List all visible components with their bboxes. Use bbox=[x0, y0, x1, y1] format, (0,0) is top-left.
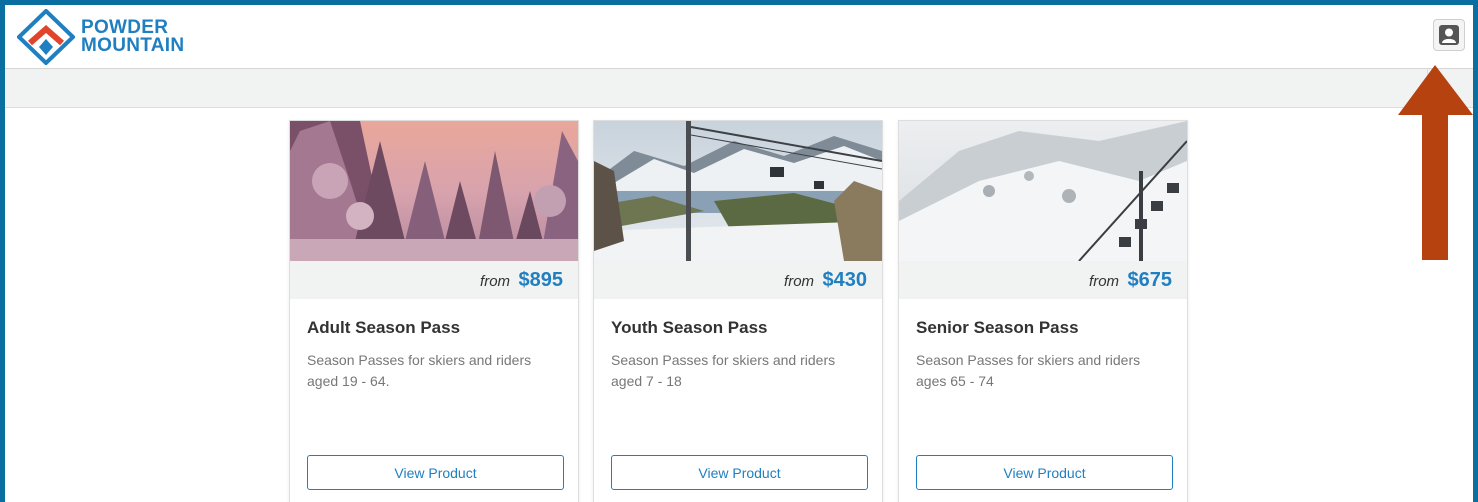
product-title: Senior Season Pass bbox=[916, 318, 1079, 337]
product-title: Adult Season Pass bbox=[307, 318, 461, 337]
view-product-button[interactable]: View Product bbox=[611, 455, 868, 490]
price-amount: $430 bbox=[822, 269, 868, 291]
snowy-slope-image-icon bbox=[899, 121, 1187, 261]
sub-navigation-bar bbox=[5, 69, 1473, 108]
product-title: Youth Season Pass bbox=[611, 318, 768, 337]
price-from-label: from bbox=[784, 273, 815, 290]
account-button[interactable] bbox=[1433, 19, 1465, 51]
site-header: POWDER MOUNTAIN bbox=[5, 5, 1473, 69]
price-band: from $675 bbox=[899, 261, 1187, 299]
logo-line-2: MOUNTAIN bbox=[81, 35, 185, 56]
mountain-valley-image-icon bbox=[594, 121, 882, 261]
price-amount: $675 bbox=[1127, 269, 1173, 291]
powder-mountain-logo-icon bbox=[17, 9, 75, 65]
view-product-button[interactable]: View Product bbox=[307, 455, 564, 490]
product-image-senior[interactable] bbox=[899, 121, 1187, 261]
view-product-button[interactable]: View Product bbox=[916, 455, 1173, 490]
price-amount: $895 bbox=[518, 269, 564, 291]
product-card-adult: from $895 Adult Season Pass Season Passe… bbox=[289, 120, 579, 502]
price-from-label: from bbox=[480, 273, 511, 290]
product-description: Season Passes for skiers and riders ages… bbox=[916, 352, 1141, 389]
price-from-label: from bbox=[1089, 273, 1120, 290]
price-band: from $430 bbox=[594, 261, 882, 299]
site-logo[interactable]: POWDER MOUNTAIN bbox=[17, 9, 184, 65]
page-frame: POWDER MOUNTAIN from $895 Adult Season P… bbox=[5, 5, 1473, 502]
annotation-arrow-icon bbox=[1398, 65, 1473, 260]
price-band: from $895 bbox=[290, 261, 578, 299]
snowy-forest-image-icon bbox=[290, 121, 578, 261]
product-card-senior: from $675 Senior Season Pass Season Pass… bbox=[898, 120, 1188, 502]
product-description: Season Passes for skiers and riders aged… bbox=[307, 352, 532, 389]
product-description: Season Passes for skiers and riders aged… bbox=[611, 352, 836, 389]
product-image-adult[interactable] bbox=[290, 121, 578, 261]
logo-wordmark: POWDER MOUNTAIN bbox=[81, 18, 185, 56]
account-icon bbox=[1439, 25, 1459, 45]
product-image-youth[interactable] bbox=[594, 121, 882, 261]
product-card-youth: from $430 Youth Season Pass Season Passe… bbox=[593, 120, 883, 502]
